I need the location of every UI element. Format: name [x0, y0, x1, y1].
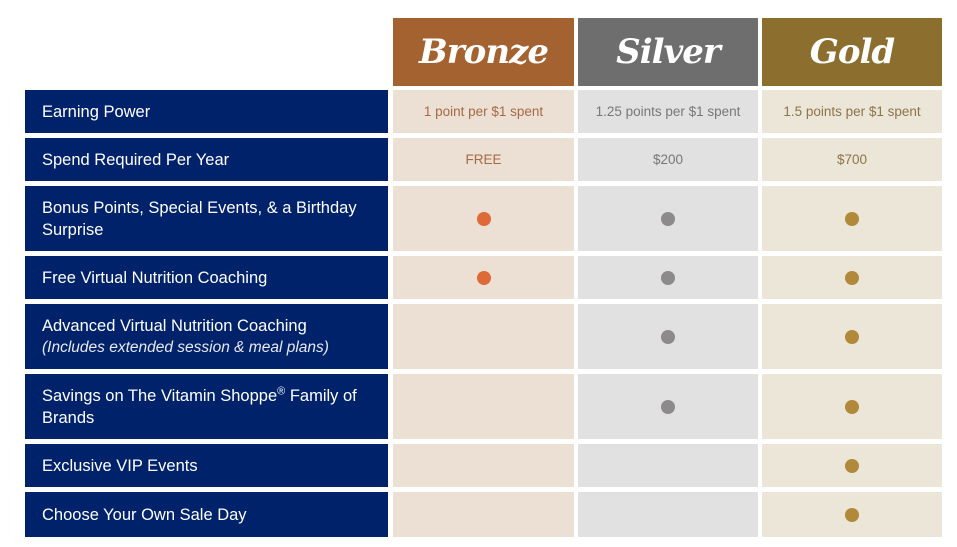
table-row: Earning Power 1 point per $1 spent 1.25 po…	[25, 90, 942, 133]
cell-gold: $700	[762, 138, 942, 181]
cell-bronze	[393, 492, 574, 537]
benefit-label: Advanced Virtual Nutrition Coaching (Incl…	[25, 304, 388, 369]
cell-value: 1.5 points per $1 spent	[783, 104, 921, 119]
cell-bronze	[393, 186, 574, 251]
cell-silver	[578, 444, 758, 487]
included-dot-icon	[661, 211, 675, 226]
cell-value: $700	[836, 152, 868, 167]
benefit-label: Bonus Points, Special Events, & a Birthd…	[25, 186, 388, 251]
cell-bronze: FREE	[393, 138, 574, 181]
cell-gold	[762, 186, 942, 251]
benefit-label: Free Virtual Nutrition Coaching	[25, 256, 388, 299]
benefit-label: Earning Power	[25, 90, 388, 133]
tier-name: Silver	[616, 32, 721, 72]
cell-gold	[762, 444, 942, 487]
cell-silver	[578, 492, 758, 537]
benefit-title: Free Virtual Nutrition Coaching	[42, 268, 268, 287]
included-dot-icon	[845, 458, 859, 473]
table-row: Spend Required Per Year FREE $200 $700	[25, 138, 942, 181]
cell-gold	[762, 256, 942, 299]
cell-bronze: 1 point per $1 spent	[393, 90, 574, 133]
cell-silver: $200	[578, 138, 758, 181]
tier-header-silver: Silver	[578, 18, 758, 86]
benefit-title: Spend Required Per Year	[42, 150, 230, 169]
cell-silver	[578, 374, 758, 439]
tier-name: Bronze	[419, 32, 549, 72]
included-dot-icon	[845, 329, 859, 344]
benefit-title: Bonus Points, Special Events, & a Birthd…	[42, 198, 357, 239]
benefit-label: Spend Required Per Year	[25, 138, 388, 181]
cell-gold	[762, 304, 942, 369]
benefit-label: Choose Your Own Sale Day	[25, 492, 388, 537]
included-dot-icon	[845, 507, 859, 522]
benefit-sublabel: (Includes extended session & meal plans)	[42, 338, 329, 356]
included-dot-icon	[845, 211, 859, 226]
benefit-label: Savings on The Vitamin Shoppe® Family of…	[25, 374, 388, 439]
benefit-title: Exclusive VIP Events	[42, 456, 198, 475]
cell-silver	[578, 304, 758, 369]
tier-header-bronze: Bronze	[393, 18, 574, 86]
table-row: Advanced Virtual Nutrition Coaching (Incl…	[25, 304, 942, 369]
benefit-label: Exclusive VIP Events	[25, 444, 388, 487]
cell-value: 1 point per $1 spent	[423, 104, 544, 119]
included-dot-icon	[845, 399, 859, 414]
tier-header-gold: Gold	[762, 18, 942, 86]
cell-value: FREE	[465, 152, 502, 167]
table-row: Exclusive VIP Events	[25, 444, 942, 487]
cell-gold: 1.5 points per $1 spent	[762, 90, 942, 133]
included-dot-icon	[845, 270, 859, 285]
benefit-title: Earning Power	[42, 102, 151, 121]
included-dot-icon	[476, 211, 491, 226]
cell-bronze	[393, 304, 574, 369]
cell-bronze	[393, 256, 574, 299]
cell-value: $200	[652, 152, 684, 167]
table-row: Free Virtual Nutrition Coaching	[25, 256, 942, 299]
included-dot-icon	[476, 270, 491, 285]
table-row: Choose Your Own Sale Day	[25, 492, 942, 537]
included-dot-icon	[661, 399, 675, 414]
cell-gold	[762, 374, 942, 439]
benefit-title: Savings on The Vitamin Shoppe® Family of…	[42, 385, 357, 427]
cell-bronze	[393, 444, 574, 487]
benefit-title: Advanced Virtual Nutrition Coaching	[42, 316, 307, 335]
tier-name: Gold	[809, 32, 895, 72]
table-row: Savings on The Vitamin Shoppe® Family of…	[25, 374, 942, 439]
table-row: Bonus Points, Special Events, & a Birthd…	[25, 186, 942, 251]
cell-silver	[578, 256, 758, 299]
cell-bronze	[393, 374, 574, 439]
cell-silver	[578, 186, 758, 251]
included-dot-icon	[661, 270, 675, 285]
cell-value: 1.25 points per $1 spent	[595, 104, 741, 119]
benefit-title: Choose Your Own Sale Day	[42, 505, 247, 524]
cell-silver: 1.25 points per $1 spent	[578, 90, 758, 133]
included-dot-icon	[661, 329, 675, 344]
cell-gold	[762, 492, 942, 537]
